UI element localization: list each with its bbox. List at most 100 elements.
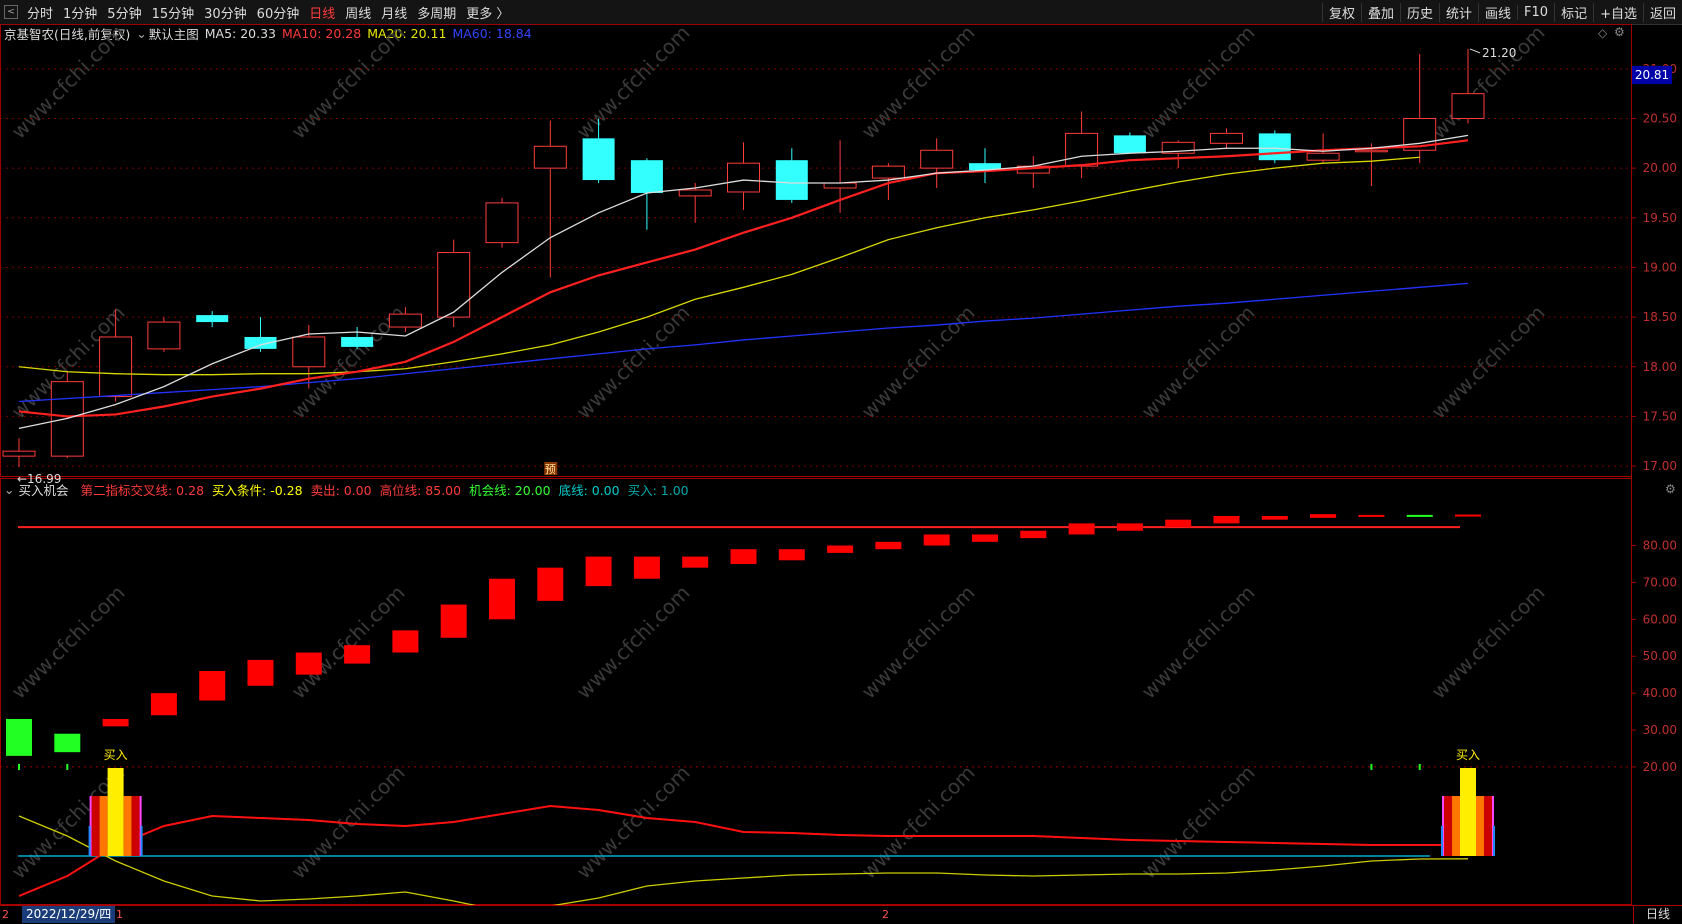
watermark-text: www.cfchi.com — [572, 301, 695, 424]
buy-signal-bar — [131, 796, 140, 856]
candle-body-up — [678, 189, 712, 197]
indicator-tick-label: 80.00 — [1643, 539, 1677, 553]
watermark-text: www.cfchi.com — [287, 581, 410, 704]
indicator-bar — [633, 556, 660, 579]
candle-body-up — [388, 313, 422, 328]
indicator-bar — [1165, 519, 1192, 528]
indicator-bar — [1358, 514, 1385, 517]
buy-signal-label: 买入 — [1456, 748, 1480, 762]
price-tick-label: 19.00 — [1643, 260, 1677, 274]
settings-icon[interactable]: ⚙ — [1665, 482, 1676, 496]
buy-signal-bar — [1444, 796, 1452, 856]
indicator-value-6: 买入: 1.00 — [627, 483, 689, 498]
indicator-bar — [1455, 514, 1481, 517]
candle-body-up — [1354, 149, 1388, 153]
watermark-text: www.cfchi.com — [1427, 581, 1550, 704]
watermark-text: www.cfchi.com — [287, 21, 410, 144]
indicator-tick-label: 70.00 — [1643, 575, 1677, 589]
watermark-text: www.cfchi.com — [1137, 21, 1260, 144]
candle-body-up — [920, 149, 954, 169]
price-tick-label: 20.00 — [1643, 161, 1677, 175]
buy-signal-bar — [1452, 796, 1460, 856]
buy-signal-bar — [91, 796, 100, 856]
watermark-text: www.cfchi.com — [857, 301, 980, 424]
watermark-text: www.cfchi.com — [7, 21, 130, 144]
cross-line-red — [18, 804, 1468, 897]
candle-body-up — [727, 162, 760, 193]
watermark-text: www.cfchi.com — [1137, 761, 1260, 884]
candle-body-up — [437, 252, 471, 318]
bottom-marker-1: 1 — [116, 908, 123, 921]
buy-signal-bar — [1476, 796, 1484, 856]
indicator-bar — [247, 659, 274, 686]
stock-chart[interactable]: www.cfchi.com www.cfchi.com www.cfchi.com w… — [0, 0, 1682, 905]
indicator-bar — [923, 534, 950, 546]
ma60-line — [18, 282, 1469, 403]
indicator-bar — [537, 567, 564, 601]
price-tick-label: 20.50 — [1643, 111, 1677, 125]
indicator-tick-label: 40.00 — [1643, 686, 1677, 700]
indicator-bar — [199, 670, 226, 701]
buy-signal-bar — [1484, 796, 1492, 856]
indicator-tick-label: 50.00 — [1643, 649, 1677, 663]
chevron-down-icon[interactable]: ⌄ — [4, 482, 14, 497]
candle-body-down — [341, 336, 374, 347]
pre-marker-label: 预 — [545, 463, 556, 476]
price-tick-label: 18.00 — [1643, 360, 1677, 374]
indicator-bar — [827, 545, 854, 553]
watermark-text: www.cfchi.com — [857, 21, 980, 144]
indicator-bar — [682, 556, 709, 568]
indicator-bar — [1116, 523, 1143, 531]
sub-panel-border — [0, 478, 1632, 905]
indicator-value-5: 底线: 0.00 — [558, 483, 620, 498]
indicator-bar — [875, 541, 902, 550]
indicator-tick-label: 30.00 — [1643, 723, 1677, 737]
candle-body-down — [582, 138, 615, 181]
candle-body-up — [823, 182, 857, 189]
candle-body-down — [1258, 133, 1291, 161]
cursor-date: 2022/12/29/四 — [22, 906, 116, 923]
watermark-text: www.cfchi.com — [572, 581, 695, 704]
buy-signal-bar — [99, 796, 108, 856]
watermark-text: www.cfchi.com — [1427, 301, 1550, 424]
candle-body-up — [485, 202, 519, 244]
current-price-box: 20.81 — [1632, 66, 1672, 84]
indicator-bar — [1310, 514, 1337, 518]
candle-body-up — [1210, 132, 1243, 144]
indicator-value-1: 买入条件: -0.28 — [212, 483, 303, 498]
indicator-bar — [344, 645, 371, 664]
indicator-value-0: 第二指标交叉线: 0.28 — [80, 483, 205, 498]
indicator-value-2: 卖出: 0.00 — [310, 483, 372, 498]
buy-condition-line — [18, 815, 1469, 905]
indicator-bar — [1261, 516, 1288, 520]
indicator-name[interactable]: 买入机会 — [18, 480, 68, 499]
buy-signal-bar — [107, 768, 124, 856]
period-tab-day[interactable]: 日线 — [1633, 906, 1682, 923]
high-arrow-icon — [1469, 48, 1481, 54]
buy-signal-bar — [123, 796, 132, 856]
bottom-marker-2: 2 — [882, 908, 889, 921]
watermark-text: www.cfchi.com — [287, 761, 410, 884]
candle-body-down — [196, 315, 229, 323]
indicator-tick-label: 20.00 — [1643, 760, 1677, 774]
watermark-text: www.cfchi.com — [1137, 581, 1260, 704]
candle-body-up — [871, 165, 905, 179]
main-panel-border — [0, 24, 1632, 477]
candle-body-down — [1113, 135, 1146, 154]
candle-body-up — [2, 450, 36, 457]
watermark-text: www.cfchi.com — [572, 21, 695, 144]
buy-signal-bar — [1460, 768, 1476, 856]
indicator-bar — [102, 718, 129, 727]
indicator-bar — [778, 549, 805, 561]
indicator-bar — [730, 549, 757, 564]
candle-body-up — [1451, 93, 1485, 119]
watermark-text: www.cfchi.com — [857, 761, 980, 884]
bottom-marker-left: 2 — [2, 908, 9, 921]
watermark-text: www.cfchi.com — [1137, 301, 1260, 424]
price-tick-label: 18.50 — [1643, 310, 1677, 324]
watermark-text: www.cfchi.com — [572, 761, 695, 884]
candle-body-up — [533, 145, 567, 169]
candle-body-down — [775, 160, 808, 200]
watermark-text: www.cfchi.com — [857, 581, 980, 704]
bottom-bar: 2 2022/12/29/四 1 2 日线 — [0, 905, 1682, 924]
